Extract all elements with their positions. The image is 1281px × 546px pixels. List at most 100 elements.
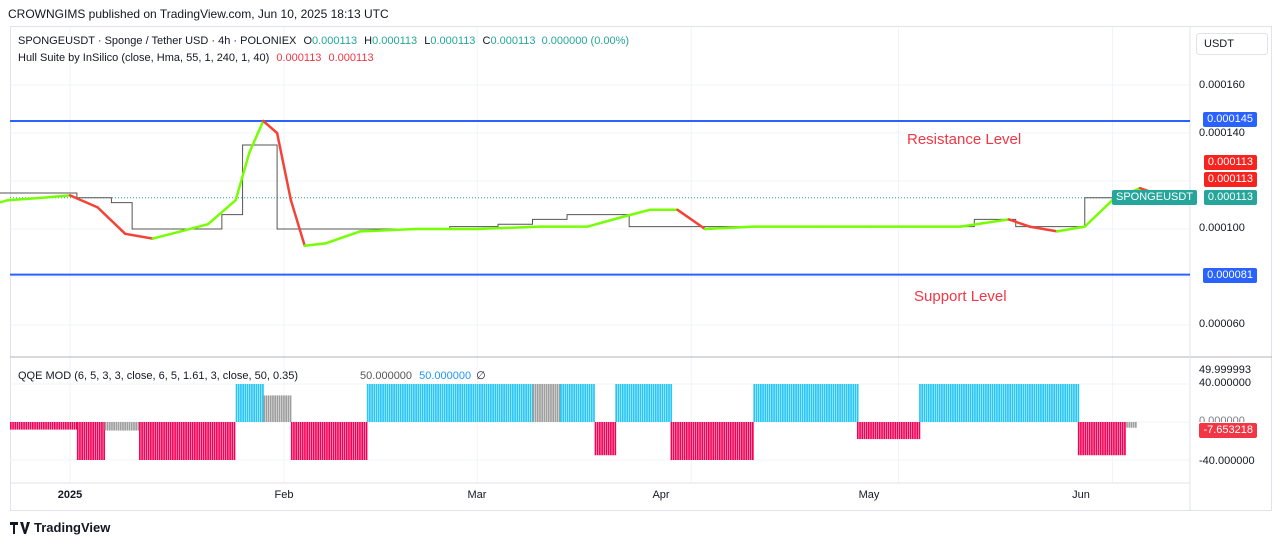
qqe-bar bbox=[1086, 422, 1089, 456]
qqe-bar bbox=[965, 384, 967, 422]
qqe-bar bbox=[568, 384, 571, 422]
qqe-bar bbox=[113, 422, 116, 431]
qqe-bar bbox=[839, 384, 841, 422]
qqe-bar bbox=[169, 422, 172, 460]
qqe-bar bbox=[25, 422, 28, 430]
qqe-bar bbox=[289, 395, 292, 422]
qqe-bar bbox=[137, 422, 140, 431]
qqe-bar bbox=[117, 422, 120, 431]
qqe-bar bbox=[738, 422, 741, 460]
qqe-bar bbox=[283, 395, 285, 422]
currency-button[interactable]: USDT bbox=[1196, 33, 1268, 55]
qqe-current-tag: -7.653218 bbox=[1199, 423, 1257, 438]
qqe-bar bbox=[1110, 422, 1113, 456]
price-chart[interactable] bbox=[0, 0, 1281, 546]
price-step-series bbox=[0, 144, 1168, 230]
qqe-bar bbox=[366, 384, 369, 422]
qqe-bar bbox=[668, 384, 670, 422]
qqe-bar bbox=[332, 422, 335, 460]
qqe-bar bbox=[83, 422, 86, 460]
qqe-bar bbox=[892, 422, 894, 440]
qqe-bar bbox=[1004, 384, 1007, 422]
qqe-bar bbox=[317, 422, 320, 460]
qqe-bar bbox=[696, 422, 699, 460]
qqe-bar bbox=[663, 384, 666, 422]
qqe-bar bbox=[841, 384, 844, 422]
qqe-bar bbox=[326, 422, 328, 460]
qqe-bar bbox=[624, 384, 626, 422]
qqe-bar bbox=[371, 384, 373, 422]
hull-segment bbox=[96, 206, 127, 236]
time-tick: 2025 bbox=[57, 489, 83, 501]
qqe-bar bbox=[253, 384, 255, 422]
qqe-bar bbox=[963, 384, 965, 422]
qqe-bar bbox=[793, 384, 795, 422]
qqe-bar bbox=[1044, 384, 1047, 422]
qqe-legend[interactable]: QQE MOD (6, 5, 3, 3, close, 6, 5, 1.61, … bbox=[18, 369, 486, 382]
qqe-tick: 0.000000 bbox=[1199, 415, 1245, 422]
qqe-bar bbox=[978, 384, 981, 422]
qqe-bar bbox=[721, 422, 723, 460]
qqe-bar bbox=[628, 384, 631, 422]
qqe-bar bbox=[391, 384, 393, 422]
qqe-bar bbox=[819, 384, 822, 422]
symbol-name-tag: SPONGEUSDT bbox=[1112, 190, 1198, 205]
hull-legend[interactable]: Hull Suite by InSilico (close, Hma, 55, … bbox=[18, 52, 374, 64]
qqe-bar bbox=[987, 384, 989, 422]
qqe-bar bbox=[1053, 384, 1055, 422]
qqe-bar bbox=[949, 384, 952, 422]
qqe-bar bbox=[571, 384, 573, 422]
qqe-bar bbox=[980, 384, 983, 422]
qqe-bar bbox=[683, 422, 686, 460]
qqe-bar bbox=[601, 422, 603, 456]
symbol-legend[interactable]: SPONGEUSDT · Sponge / Tether USD · 4h · … bbox=[18, 35, 629, 47]
qqe-bar bbox=[1121, 422, 1124, 456]
qqe-bar bbox=[419, 384, 422, 422]
qqe-bar bbox=[1126, 422, 1128, 428]
qqe-bar bbox=[1064, 384, 1066, 422]
hull-segment bbox=[0, 198, 10, 204]
qqe-bar bbox=[319, 422, 322, 460]
qqe-bar bbox=[596, 422, 599, 456]
qqe-bar bbox=[603, 422, 606, 456]
qqe-bar bbox=[276, 395, 279, 422]
qqe-bar bbox=[556, 384, 559, 422]
qqe-bar bbox=[373, 384, 376, 422]
qqe-bar bbox=[130, 422, 133, 431]
qqe-bar bbox=[527, 384, 530, 422]
qqe-bar bbox=[753, 384, 756, 422]
qqe-bar bbox=[956, 384, 959, 422]
qqe-bar bbox=[198, 422, 201, 460]
qqe-bar bbox=[200, 422, 203, 460]
qqe-bar bbox=[1113, 422, 1115, 456]
qqe-bar bbox=[413, 384, 415, 422]
qqe-bar bbox=[124, 422, 127, 431]
qqe-bar bbox=[545, 384, 548, 422]
qqe-bar bbox=[178, 422, 181, 460]
qqe-bar bbox=[297, 422, 300, 460]
qqe-bar bbox=[29, 422, 32, 430]
qqe-bar bbox=[476, 384, 479, 422]
qqe-bar bbox=[34, 422, 36, 430]
qqe-bar bbox=[287, 395, 290, 422]
qqe-bar bbox=[87, 422, 90, 460]
qqe-bar bbox=[359, 422, 361, 460]
qqe-bar bbox=[10, 422, 12, 430]
qqe-bar bbox=[710, 422, 712, 460]
qqe-bar bbox=[426, 384, 428, 422]
qqe-bar bbox=[821, 384, 824, 422]
qqe-bar bbox=[356, 422, 359, 460]
qqe-bar bbox=[194, 422, 196, 460]
qqe-bar bbox=[494, 384, 497, 422]
hull-segment bbox=[179, 222, 210, 233]
tradingview-logo[interactable]: TradingView bbox=[10, 520, 110, 535]
qqe-bar bbox=[101, 422, 103, 460]
qqe-bar bbox=[930, 384, 932, 422]
qqe-bar bbox=[308, 422, 311, 460]
qqe-bar bbox=[16, 422, 19, 430]
qqe-bar bbox=[36, 422, 39, 430]
qqe-bar bbox=[85, 422, 88, 460]
qqe-bar bbox=[65, 422, 67, 430]
qqe-bar bbox=[1117, 422, 1120, 456]
qqe-bar bbox=[490, 384, 492, 422]
